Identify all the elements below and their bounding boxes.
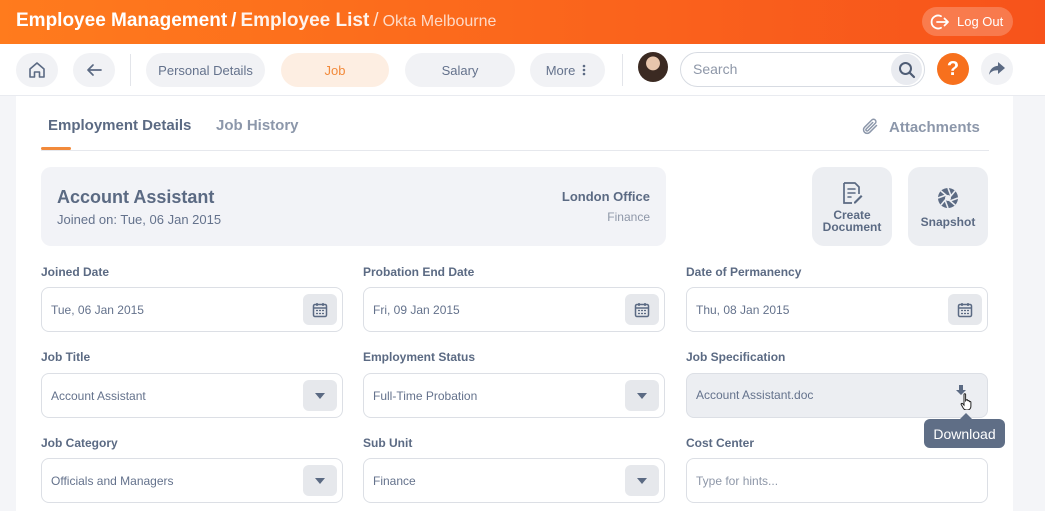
back-button[interactable] bbox=[73, 53, 115, 87]
tab-more-label: More bbox=[545, 62, 576, 78]
summary-department: Finance bbox=[607, 210, 650, 224]
probation-end-date-value: Fri, 09 Jan 2015 bbox=[373, 303, 460, 317]
more-vertical-icon bbox=[583, 64, 586, 76]
breadcrumb-separator: / bbox=[231, 10, 237, 31]
create-document-button[interactable]: Create Document bbox=[812, 167, 892, 246]
job-content-panel: Employment Details Job History Attachmen… bbox=[16, 96, 1013, 511]
joined-date-calendar-button[interactable] bbox=[303, 294, 337, 325]
probation-end-date-calendar-button[interactable] bbox=[625, 294, 659, 325]
breadcrumb-item-employee-management[interactable]: Employee Management bbox=[16, 10, 227, 31]
employment-status-dropdown-button[interactable] bbox=[625, 380, 659, 411]
paperclip-icon bbox=[862, 118, 878, 135]
create-document-label-1: Create bbox=[833, 207, 871, 222]
job-title-dropdown-button[interactable] bbox=[303, 380, 337, 411]
date-of-permanency-value: Thu, 08 Jan 2015 bbox=[696, 303, 790, 317]
home-button[interactable] bbox=[16, 53, 58, 87]
cost-center-placeholder: Type for hints... bbox=[696, 474, 779, 488]
toolbar-divider bbox=[622, 54, 623, 86]
probation-end-date-label: Probation End Date bbox=[363, 265, 475, 279]
caret-down-icon bbox=[637, 392, 647, 399]
job-specification-field: Account Assistant.doc bbox=[686, 373, 988, 418]
toolbar: Personal Details Job Salary More ? bbox=[0, 44, 1045, 96]
cost-center-input[interactable]: Type for hints... bbox=[686, 458, 988, 503]
tab-job[interactable]: Job bbox=[281, 53, 389, 87]
summary-joined-date: Joined on: Tue, 06 Jan 2015 bbox=[57, 212, 222, 227]
tab-salary[interactable]: Salary bbox=[405, 53, 515, 87]
job-category-label: Job Category bbox=[41, 436, 118, 450]
job-title-value: Account Assistant bbox=[51, 389, 146, 403]
snapshot-label: Snapshot bbox=[920, 214, 976, 229]
document-edit-icon bbox=[843, 181, 863, 204]
date-of-permanency-label: Date of Permanency bbox=[686, 265, 802, 279]
joined-date-label: Joined Date bbox=[41, 265, 110, 279]
joined-date-value: Tue, 06 Jan 2015 bbox=[51, 303, 144, 317]
sub-unit-dropdown-button[interactable] bbox=[625, 465, 659, 496]
probation-end-date-field[interactable]: Fri, 09 Jan 2015 bbox=[363, 287, 665, 332]
calendar-icon bbox=[634, 302, 650, 317]
job-title-select[interactable]: Account Assistant bbox=[41, 373, 343, 418]
logout-button[interactable]: Log Out bbox=[922, 7, 1013, 36]
subtab-job-history[interactable]: Job History bbox=[216, 117, 299, 134]
download-cursor-icon bbox=[956, 384, 972, 410]
sub-unit-value: Finance bbox=[373, 474, 416, 488]
toolbar-divider bbox=[130, 54, 131, 86]
breadcrumb-item-employee-name: Okta Melbourne bbox=[382, 13, 497, 30]
breadcrumb-item-employee-list[interactable]: Employee List bbox=[240, 10, 369, 31]
caret-down-icon bbox=[315, 477, 325, 484]
caret-down-icon bbox=[637, 477, 647, 484]
job-category-value: Officials and Managers bbox=[51, 474, 174, 488]
top-header: Employee Management / Employee List / Okta M… bbox=[0, 0, 1045, 44]
subtab-employment-details[interactable]: Employment Details bbox=[48, 117, 191, 134]
avatar[interactable] bbox=[638, 52, 668, 82]
logout-label: Log Out bbox=[957, 14, 1004, 29]
download-tooltip: Download bbox=[924, 413, 1005, 448]
share-arrow-icon bbox=[989, 62, 1005, 75]
search-icon bbox=[898, 61, 915, 78]
attachments-button[interactable]: Attachments bbox=[861, 117, 980, 137]
job-category-select[interactable]: Officials and Managers bbox=[41, 458, 343, 503]
cost-center-label: Cost Center bbox=[686, 436, 755, 450]
employment-status-label: Employment Status bbox=[363, 350, 476, 364]
breadcrumb: Employee Management / Employee List / Okta M… bbox=[16, 10, 496, 32]
tab-divider bbox=[41, 150, 989, 151]
employment-status-select[interactable]: Full-Time Probation bbox=[363, 373, 665, 418]
download-button[interactable] bbox=[948, 380, 982, 411]
employment-status-value: Full-Time Probation bbox=[373, 389, 478, 403]
breadcrumb-separator: / bbox=[373, 10, 379, 31]
create-document-label-2: Document bbox=[822, 219, 882, 234]
summary-job-title: Account Assistant bbox=[57, 187, 215, 207]
home-icon bbox=[29, 62, 45, 78]
job-specification-value: Account Assistant.doc bbox=[696, 388, 814, 402]
calendar-icon bbox=[957, 302, 973, 317]
camera-aperture-icon bbox=[937, 187, 959, 208]
share-button[interactable] bbox=[981, 53, 1013, 85]
active-tab-indicator bbox=[41, 147, 71, 150]
logout-icon bbox=[930, 14, 949, 29]
calendar-icon bbox=[312, 302, 328, 317]
job-category-dropdown-button[interactable] bbox=[303, 465, 337, 496]
tab-more[interactable]: More bbox=[530, 53, 605, 87]
job-summary-card: Account Assistant Joined on: Tue, 06 Jan… bbox=[41, 167, 666, 246]
date-of-permanency-calendar-button[interactable] bbox=[948, 294, 982, 325]
tab-personal-details[interactable]: Personal Details bbox=[146, 53, 265, 87]
job-specification-label: Job Specification bbox=[686, 350, 786, 364]
help-button[interactable]: ? bbox=[937, 53, 969, 85]
sub-unit-select[interactable]: Finance bbox=[363, 458, 665, 503]
summary-office: London Office bbox=[561, 189, 650, 204]
search-button[interactable] bbox=[891, 54, 922, 85]
arrow-left-icon bbox=[87, 64, 102, 76]
caret-down-icon bbox=[315, 392, 325, 399]
search-input[interactable] bbox=[693, 61, 883, 77]
joined-date-field[interactable]: Tue, 06 Jan 2015 bbox=[41, 287, 343, 332]
sub-unit-label: Sub Unit bbox=[363, 436, 413, 450]
date-of-permanency-field[interactable]: Thu, 08 Jan 2015 bbox=[686, 287, 988, 332]
search-box bbox=[680, 52, 925, 87]
snapshot-button[interactable]: Snapshot bbox=[908, 167, 988, 246]
job-title-label: Job Title bbox=[41, 350, 91, 364]
attachments-label: Attachments bbox=[889, 118, 980, 136]
